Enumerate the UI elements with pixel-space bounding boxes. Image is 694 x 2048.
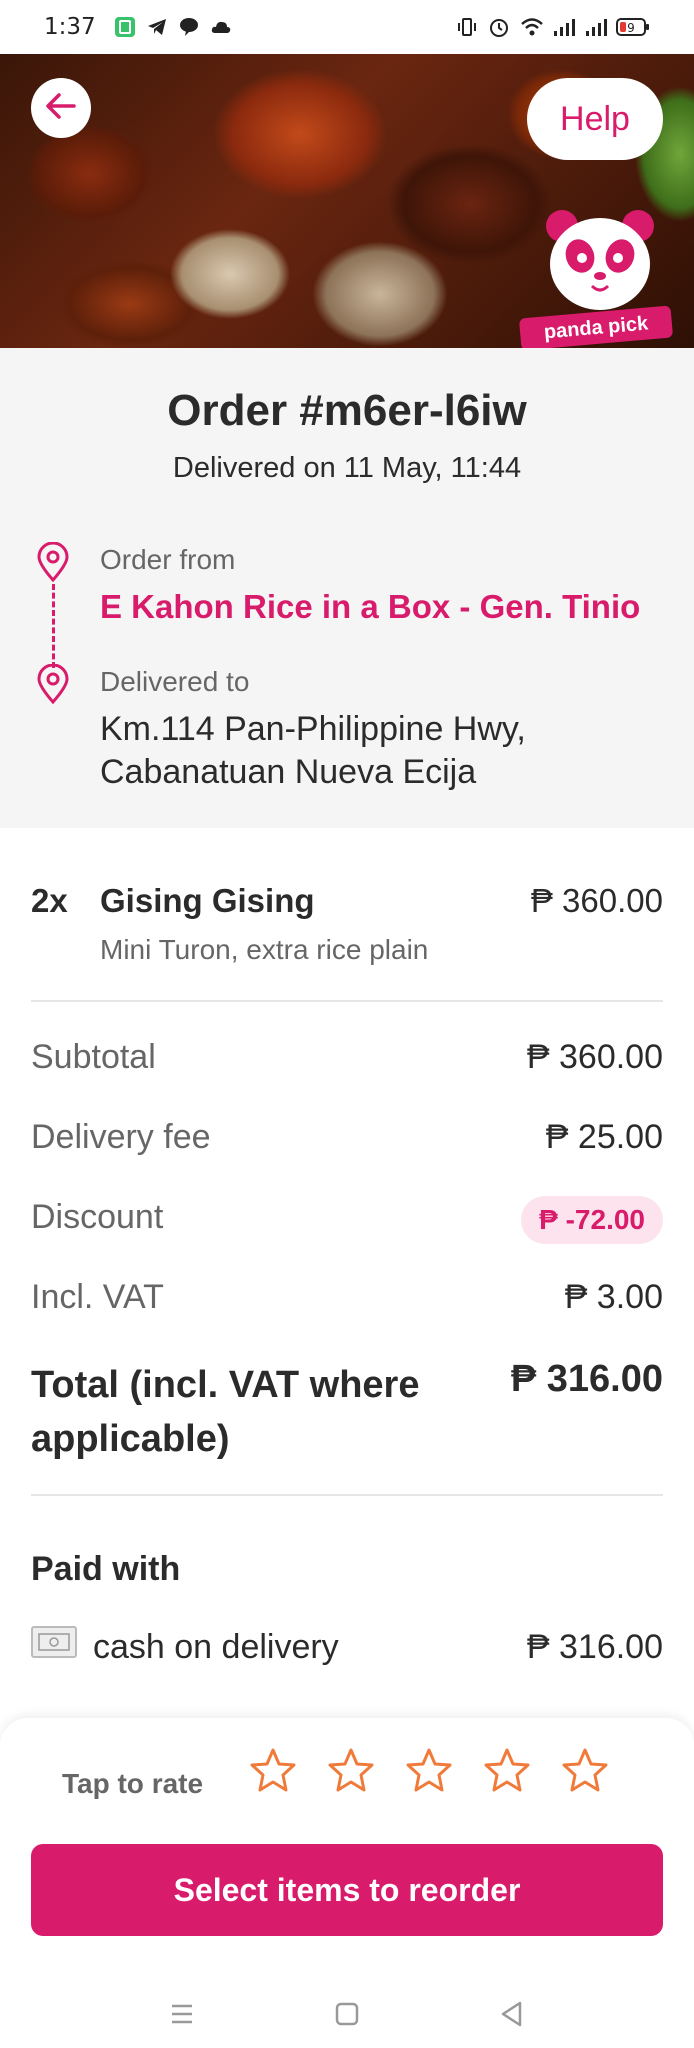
restaurant-hero-image: Help panda pick: [0, 54, 694, 348]
signal-icon: [552, 16, 575, 38]
arrow-left-icon: [44, 89, 78, 128]
status-time: 1:37: [44, 14, 96, 40]
vibrate-icon: [456, 16, 478, 38]
delivery-fee-label: Delivery fee: [31, 1118, 211, 1156]
order-info-section: Order #m6er-l6iw Delivered on 11 May, 11…: [0, 348, 694, 828]
delivered-date: Delivered on 11 May, 11:44: [172, 452, 522, 484]
star-icon[interactable]: [560, 1746, 610, 1796]
route-line: [52, 584, 55, 668]
discount-label: Discount: [31, 1198, 164, 1236]
divider: [31, 1000, 663, 1002]
paid-with-heading: Paid with: [31, 1550, 181, 1588]
status-right-icons: 9: [456, 16, 650, 38]
menu-icon[interactable]: [164, 1996, 200, 2032]
star-icon[interactable]: [482, 1746, 532, 1796]
payment-amount: ₱ 316.00: [526, 1628, 663, 1666]
delivery-address: Km.114 Pan-Philippine Hwy, Cabanatuan Nu…: [100, 710, 526, 791]
back-button[interactable]: [31, 78, 91, 138]
subtotal-value: ₱ 360.00: [526, 1038, 663, 1076]
location-pin-icon: [36, 663, 70, 705]
battery-icon: 9: [616, 17, 650, 37]
rating-stars: [248, 1746, 610, 1796]
order-title: Order #m6er-l6iw: [167, 386, 527, 435]
restaurant-name-link[interactable]: E Kahon Rice in a Box - Gen. Tinio: [100, 588, 640, 626]
item-quantity: 2x: [31, 882, 68, 919]
total-label: Total (incl. VAT where applicable): [31, 1364, 420, 1460]
discount-badge: ₱ -72.00: [521, 1196, 663, 1244]
home-icon[interactable]: [329, 1996, 365, 2032]
location-pin-icon: [36, 541, 70, 583]
order-from-label: Order from: [100, 544, 236, 575]
app-icon: [114, 16, 136, 38]
star-icon[interactable]: [326, 1746, 376, 1796]
item-price: ₱ 360.00: [530, 882, 663, 919]
status-bar: 1:37 9: [0, 0, 694, 54]
subtotal-label: Subtotal: [31, 1038, 156, 1076]
star-icon[interactable]: [248, 1746, 298, 1796]
alarm-icon: [488, 16, 510, 38]
vat-value: ₱ 3.00: [564, 1278, 663, 1316]
telegram-icon: [146, 16, 168, 38]
panda-mascot-icon: [540, 204, 660, 321]
item-name: Gising Gising: [100, 882, 315, 919]
chat-icon: [178, 16, 200, 38]
wifi-icon: [520, 16, 543, 38]
cloud-icon: [210, 16, 232, 38]
system-nav-bar: [0, 1980, 694, 2048]
delivery-fee-value: ₱ 25.00: [545, 1118, 663, 1156]
signal-icon: [584, 16, 607, 38]
panda-pick-badge: panda pick: [518, 204, 680, 348]
rate-reorder-panel: Tap to rate Select items to reorder: [0, 1718, 694, 1980]
item-description: Mini Turon, extra rice plain: [100, 934, 429, 965]
total-value: ₱ 316.00: [510, 1358, 663, 1400]
status-left-icons: [114, 16, 232, 38]
help-button[interactable]: Help: [527, 78, 663, 160]
tap-to-rate-label: Tap to rate: [62, 1768, 204, 1799]
delivered-to-label: Delivered to: [100, 666, 250, 697]
vat-label: Incl. VAT: [31, 1278, 164, 1316]
battery-level: 9: [627, 21, 635, 35]
divider: [31, 1494, 663, 1496]
cash-icon: [31, 1626, 77, 1658]
reorder-button[interactable]: Select items to reorder: [31, 1844, 663, 1936]
star-icon[interactable]: [404, 1746, 454, 1796]
payment-method: cash on delivery: [93, 1628, 339, 1666]
back-nav-icon[interactable]: [494, 1996, 530, 2032]
